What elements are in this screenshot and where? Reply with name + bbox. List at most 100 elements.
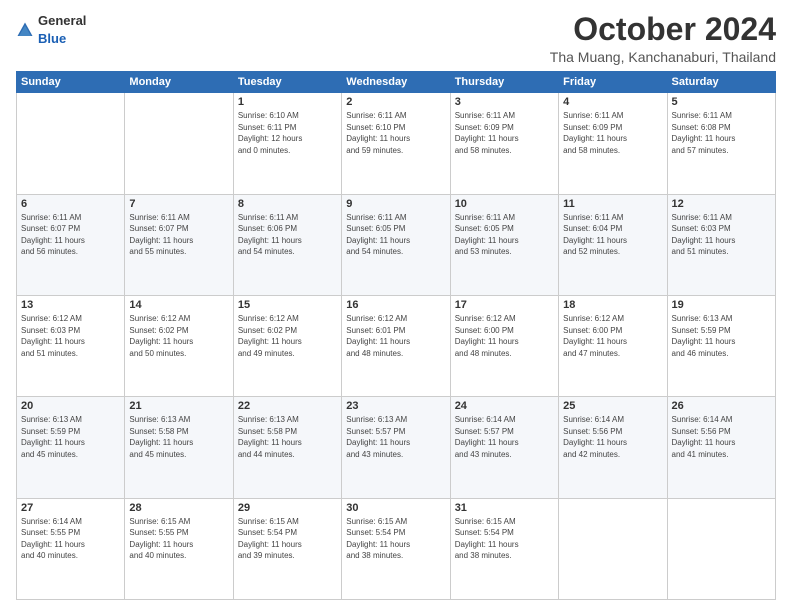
table-row: 2Sunrise: 6:11 AMSunset: 6:10 PMDaylight… <box>342 93 450 194</box>
calendar-row: 6 Sunrise: 6:11 AMSunset: 6:07 PMDaylight… <box>17 194 776 295</box>
table-row: 24Sunrise: 6:14 AMSunset: 5:57 PMDayligh… <box>450 397 558 498</box>
table-row <box>125 93 233 194</box>
table-row: 3Sunrise: 6:11 AMSunset: 6:09 PMDaylight… <box>450 93 558 194</box>
day-number: 14 <box>129 299 228 311</box>
logo: General Blue <box>16 12 86 48</box>
day-number: 18 <box>563 299 662 311</box>
day-info: Sunrise: 6:12 AMSunset: 6:00 PMDaylight:… <box>455 313 554 359</box>
table-row: 27Sunrise: 6:14 AMSunset: 5:55 PMDayligh… <box>17 498 125 599</box>
day-info: Sunrise: 6:13 AMSunset: 5:59 PMDaylight:… <box>21 414 120 460</box>
table-row: 18 Sunrise: 6:12 AMSunset: 6:00 PMDayligh… <box>559 295 667 396</box>
table-row: 13 Sunrise: 6:12 AMSunset: 6:03 PMDayligh… <box>17 295 125 396</box>
col-wednesday: Wednesday <box>342 72 450 93</box>
day-info: Sunrise: 6:10 AMSunset: 6:11 PMDaylight:… <box>238 110 337 156</box>
col-friday: Friday <box>559 72 667 93</box>
day-info: Sunrise: 6:11 AMSunset: 6:03 PMDaylight:… <box>672 212 771 258</box>
col-saturday: Saturday <box>667 72 775 93</box>
day-info: Sunrise: 6:13 AMSunset: 5:58 PMDaylight:… <box>238 414 337 460</box>
table-row: 6Sunrise: 6:11 AMSunset: 6:07 PMDaylight… <box>17 194 125 295</box>
logo-general: General <box>38 13 86 28</box>
calendar-body: 1 Sunrise: 6:10 AMSunset: 6:11 PMDaylight… <box>17 93 776 600</box>
day-info: Sunrise: 6:11 AMSunset: 6:08 PMDaylight:… <box>672 110 771 156</box>
table-row: 19 Sunrise: 6:13 AMSunset: 5:59 PMDayligh… <box>667 295 775 396</box>
table-row: 26Sunrise: 6:14 AMSunset: 5:56 PMDayligh… <box>667 397 775 498</box>
day-number: 28 <box>129 502 228 514</box>
day-info: Sunrise: 6:13 AMSunset: 5:58 PMDaylight:… <box>129 414 228 460</box>
table-row: 23Sunrise: 6:13 AMSunset: 5:57 PMDayligh… <box>342 397 450 498</box>
day-info: Sunrise: 6:12 AMSunset: 6:02 PMDaylight:… <box>129 313 228 359</box>
table-row: 10 Sunrise: 6:11 AMSunset: 6:05 PMDayligh… <box>450 194 558 295</box>
table-row: 14 Sunrise: 6:12 AMSunset: 6:02 PMDayligh… <box>125 295 233 396</box>
day-info: Sunrise: 6:11 AMSunset: 6:09 PMDaylight:… <box>455 110 554 156</box>
day-number: 22 <box>238 400 337 412</box>
table-row: 9Sunrise: 6:11 AMSunset: 6:05 PMDaylight… <box>342 194 450 295</box>
table-row <box>559 498 667 599</box>
col-tuesday: Tuesday <box>233 72 341 93</box>
day-info: Sunrise: 6:14 AMSunset: 5:57 PMDaylight:… <box>455 414 554 460</box>
day-info: Sunrise: 6:11 AMSunset: 6:07 PMDaylight:… <box>129 212 228 258</box>
day-number: 10 <box>455 198 554 210</box>
main-title: October 2024 <box>550 12 776 47</box>
day-info: Sunrise: 6:14 AMSunset: 5:56 PMDaylight:… <box>672 414 771 460</box>
table-row: 29 Sunrise: 6:15 AMSunset: 5:54 PMDayligh… <box>233 498 341 599</box>
table-row: 15 Sunrise: 6:12 AMSunset: 6:02 PMDayligh… <box>233 295 341 396</box>
day-number: 13 <box>21 299 120 311</box>
sub-title: Tha Muang, Kanchanaburi, Thailand <box>550 49 776 65</box>
table-row: 21 Sunrise: 6:13 AMSunset: 5:58 PMDayligh… <box>125 397 233 498</box>
day-number: 23 <box>346 400 445 412</box>
table-row: 12Sunrise: 6:11 AMSunset: 6:03 PMDayligh… <box>667 194 775 295</box>
title-block: October 2024 Tha Muang, Kanchanaburi, Th… <box>550 12 776 65</box>
day-info: Sunrise: 6:11 AMSunset: 6:10 PMDaylight:… <box>346 110 445 156</box>
table-row: 31 Sunrise: 6:15 AMSunset: 5:54 PMDayligh… <box>450 498 558 599</box>
day-number: 1 <box>238 96 337 108</box>
day-info: Sunrise: 6:11 AMSunset: 6:05 PMDaylight:… <box>455 212 554 258</box>
day-number: 21 <box>129 400 228 412</box>
day-number: 17 <box>455 299 554 311</box>
day-number: 16 <box>346 299 445 311</box>
table-row: 5 Sunrise: 6:11 AMSunset: 6:08 PMDaylight… <box>667 93 775 194</box>
table-row: 22 Sunrise: 6:13 AMSunset: 5:58 PMDayligh… <box>233 397 341 498</box>
day-number: 31 <box>455 502 554 514</box>
page: General Blue October 2024 Tha Muang, Kan… <box>0 0 792 612</box>
day-info: Sunrise: 6:15 AMSunset: 5:54 PMDaylight:… <box>238 516 337 562</box>
day-number: 6 <box>21 198 120 210</box>
table-row: 11Sunrise: 6:11 AMSunset: 6:04 PMDayligh… <box>559 194 667 295</box>
day-number: 19 <box>672 299 771 311</box>
table-row <box>667 498 775 599</box>
calendar-row: 13 Sunrise: 6:12 AMSunset: 6:03 PMDayligh… <box>17 295 776 396</box>
day-number: 9 <box>346 198 445 210</box>
day-info: Sunrise: 6:14 AMSunset: 5:55 PMDaylight:… <box>21 516 120 562</box>
day-number: 7 <box>129 198 228 210</box>
day-number: 8 <box>238 198 337 210</box>
table-row: 30Sunrise: 6:15 AMSunset: 5:54 PMDayligh… <box>342 498 450 599</box>
day-info: Sunrise: 6:14 AMSunset: 5:56 PMDaylight:… <box>563 414 662 460</box>
table-row: 25 Sunrise: 6:14 AMSunset: 5:56 PMDayligh… <box>559 397 667 498</box>
day-info: Sunrise: 6:13 AMSunset: 5:59 PMDaylight:… <box>672 313 771 359</box>
calendar-header: Sunday Monday Tuesday Wednesday Thursday… <box>17 72 776 93</box>
day-info: Sunrise: 6:11 AMSunset: 6:09 PMDaylight:… <box>563 110 662 156</box>
day-info: Sunrise: 6:12 AMSunset: 6:01 PMDaylight:… <box>346 313 445 359</box>
day-number: 5 <box>672 96 771 108</box>
day-info: Sunrise: 6:11 AMSunset: 6:06 PMDaylight:… <box>238 212 337 258</box>
calendar-table: Sunday Monday Tuesday Wednesday Thursday… <box>16 71 776 600</box>
table-row: 28 Sunrise: 6:15 AMSunset: 5:55 PMDayligh… <box>125 498 233 599</box>
day-info: Sunrise: 6:15 AMSunset: 5:55 PMDaylight:… <box>129 516 228 562</box>
day-number: 15 <box>238 299 337 311</box>
day-info: Sunrise: 6:15 AMSunset: 5:54 PMDaylight:… <box>455 516 554 562</box>
table-row <box>17 93 125 194</box>
day-info: Sunrise: 6:12 AMSunset: 6:00 PMDaylight:… <box>563 313 662 359</box>
logo-text: General Blue <box>38 12 86 48</box>
day-info: Sunrise: 6:12 AMSunset: 6:03 PMDaylight:… <box>21 313 120 359</box>
header: General Blue October 2024 Tha Muang, Kan… <box>16 12 776 65</box>
generalblue-logo-icon <box>16 21 34 39</box>
calendar-row: 1 Sunrise: 6:10 AMSunset: 6:11 PMDaylight… <box>17 93 776 194</box>
table-row: 20Sunrise: 6:13 AMSunset: 5:59 PMDayligh… <box>17 397 125 498</box>
col-monday: Monday <box>125 72 233 93</box>
day-number: 25 <box>563 400 662 412</box>
table-row: 7 Sunrise: 6:11 AMSunset: 6:07 PMDaylight… <box>125 194 233 295</box>
table-row: 1 Sunrise: 6:10 AMSunset: 6:11 PMDaylight… <box>233 93 341 194</box>
day-info: Sunrise: 6:15 AMSunset: 5:54 PMDaylight:… <box>346 516 445 562</box>
header-row: Sunday Monday Tuesday Wednesday Thursday… <box>17 72 776 93</box>
day-number: 29 <box>238 502 337 514</box>
day-info: Sunrise: 6:12 AMSunset: 6:02 PMDaylight:… <box>238 313 337 359</box>
